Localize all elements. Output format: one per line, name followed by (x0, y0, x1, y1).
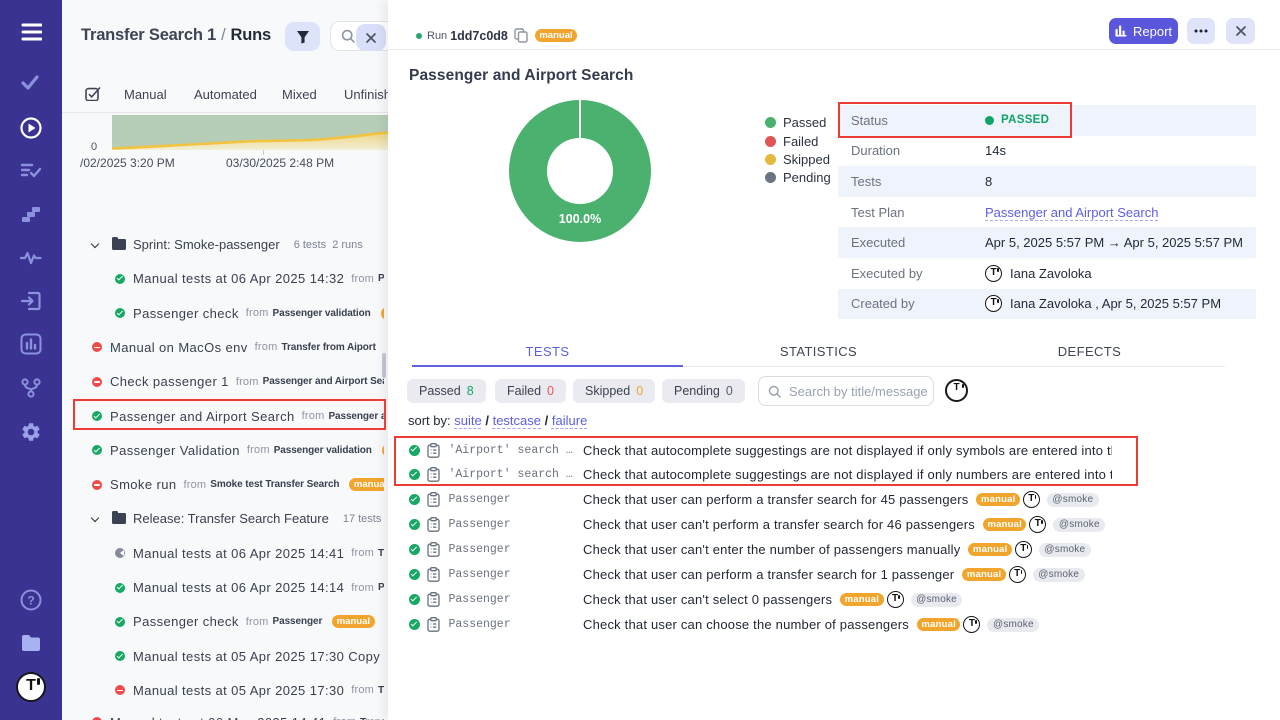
svg-text:?: ? (27, 594, 34, 608)
svg-text:100.0%: 100.0% (559, 212, 601, 226)
